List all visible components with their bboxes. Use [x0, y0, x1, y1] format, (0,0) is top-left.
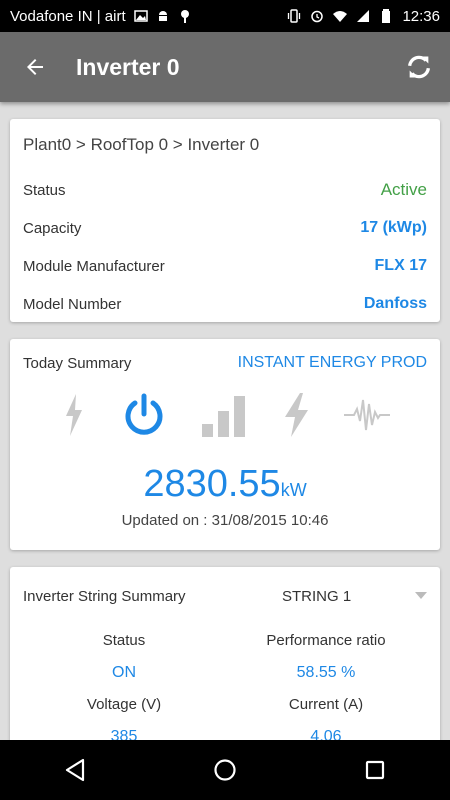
status-label: Status: [23, 181, 66, 199]
model-number-row: Model Number Danfoss: [23, 285, 427, 323]
string-summary-label: Inverter String Summary: [23, 587, 186, 605]
refresh-button[interactable]: [388, 32, 450, 102]
nav-home-button[interactable]: [195, 740, 255, 800]
circle-home-icon: [214, 759, 236, 781]
energy-unit: kW: [280, 480, 307, 500]
current-label: Current (A): [288, 696, 364, 713]
module-manufacturer-label: Module Manufacturer: [23, 257, 165, 275]
back-button[interactable]: [0, 32, 70, 102]
string-stats-grid: Status Performance ratio ON 58.55 % Volt…: [23, 625, 427, 753]
waveform-icon[interactable]: [344, 392, 391, 438]
string-status-value: ON: [112, 664, 136, 681]
breadcrumb: Plant0 > RoofTop 0 > Inverter 0: [23, 135, 260, 154]
status-bar: Vodafone IN | airt 12:36: [0, 0, 450, 32]
status-value: Active: [380, 180, 427, 199]
cell-signal-icon: [357, 10, 370, 22]
capacity-row: Capacity 17 (kWp): [23, 209, 427, 247]
model-number-label: Model Number: [23, 295, 122, 313]
updated-timestamp: Updated on : 31/08/2015 10:46: [121, 512, 329, 529]
module-manufacturer-value: FLX 17: [374, 257, 427, 274]
page-title: Inverter 0: [76, 53, 180, 80]
wifi-icon: [333, 11, 348, 22]
alarm-icon: [311, 10, 324, 23]
battery-icon: [382, 9, 391, 23]
arrow-left-icon: [27, 59, 43, 75]
triangle-back-icon: [65, 758, 85, 782]
string-summary-card: Inverter String Summary STRING 1 Status …: [10, 567, 440, 767]
today-summary-card: Today Summary INSTANT ENERGY PROD 2830.5…: [10, 339, 440, 550]
energy-value: 2830.55kW: [23, 463, 427, 506]
square-recents-icon: [365, 760, 385, 780]
inverter-details-card: Plant0 > RoofTop 0 > Inverter 0 Status A…: [10, 119, 440, 322]
lightning-thin-icon[interactable]: [60, 392, 88, 438]
system-nav-bar: [0, 740, 450, 800]
status-row: Status Active: [23, 171, 427, 209]
string-status-label: Status: [102, 632, 146, 649]
energy-number: 2830.55: [143, 463, 281, 505]
string-dropdown-value: STRING 1: [282, 587, 352, 605]
lightning-bold-icon[interactable]: [281, 392, 311, 438]
model-number-value: Danfoss: [363, 295, 427, 312]
image-notification-icon: [133, 10, 148, 22]
string-dropdown[interactable]: STRING 1: [272, 588, 427, 605]
summary-icons-row: [23, 387, 427, 443]
performance-ratio-label: Performance ratio: [266, 632, 386, 649]
voltage-label: Voltage (V): [86, 696, 162, 713]
dropdown-arrow-icon: [415, 592, 427, 599]
app-bar: Inverter 0: [0, 32, 450, 102]
android-icon: [158, 11, 167, 21]
clock-text: 12:36: [402, 7, 440, 25]
nav-recents-button[interactable]: [345, 740, 405, 800]
vibrate-icon: [288, 9, 301, 23]
module-manufacturer-row: Module Manufacturer FLX 17: [23, 247, 427, 285]
pin-notification-icon: [180, 10, 189, 23]
signal-bars-icon[interactable]: [201, 392, 247, 438]
nav-back-button[interactable]: [45, 740, 105, 800]
carrier-text: Vodafone IN | airt: [10, 7, 126, 25]
refresh-icon: [408, 55, 430, 79]
power-icon[interactable]: [121, 392, 167, 438]
capacity-label: Capacity: [23, 219, 82, 237]
capacity-value: 17 (kWp): [360, 219, 427, 236]
performance-ratio-value: 58.55 %: [296, 664, 356, 681]
instant-energy-tab[interactable]: INSTANT ENERGY PROD: [238, 354, 427, 372]
today-summary-label: Today Summary: [23, 354, 132, 372]
